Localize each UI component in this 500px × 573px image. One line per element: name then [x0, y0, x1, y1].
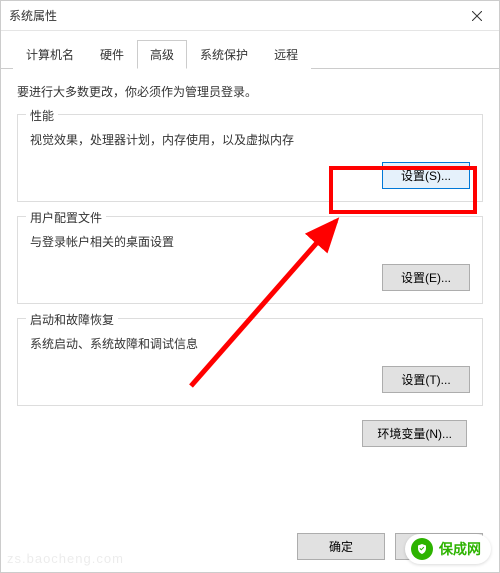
tab-advanced[interactable]: 高级: [137, 40, 187, 69]
shield-check-icon: [411, 538, 433, 560]
group-performance: 性能 视觉效果，处理器计划，内存使用，以及虚拟内存 设置(S)...: [17, 114, 483, 202]
titlebar: 系统属性: [1, 1, 499, 31]
group-startup: 启动和故障恢复 系统启动、系统故障和调试信息 设置(T)...: [17, 318, 483, 406]
tab-content: 要进行大多数更改，你必须作为管理员登录。 性能 视觉效果，处理器计划，内存使用，…: [1, 69, 499, 461]
watermark-text: 保成网: [439, 539, 481, 559]
group-userprofile: 用户配置文件 与登录帐户相关的桌面设置 设置(E)...: [17, 216, 483, 304]
group-userprofile-desc: 与登录帐户相关的桌面设置: [30, 233, 470, 250]
group-userprofile-title: 用户配置文件: [26, 209, 106, 226]
userprofile-settings-button[interactable]: 设置(E)...: [382, 264, 470, 291]
watermark-badge: 保成网: [405, 534, 491, 564]
close-icon: [472, 11, 482, 21]
group-startup-title: 启动和故障恢复: [26, 311, 118, 328]
intro-text: 要进行大多数更改，你必须作为管理员登录。: [17, 83, 483, 100]
system-properties-window: 系统属性 计算机名 硬件 高级 系统保护 远程 要进行大多数更改，你必须作为管理…: [0, 0, 500, 573]
group-performance-title: 性能: [26, 107, 58, 124]
watermark-faint: zs.baocheng.com: [7, 551, 124, 566]
startup-settings-button[interactable]: 设置(T)...: [382, 366, 470, 393]
tab-system-protection[interactable]: 系统保护: [187, 40, 261, 69]
tab-hardware[interactable]: 硬件: [87, 40, 137, 69]
ok-button[interactable]: 确定: [297, 533, 385, 560]
tab-remote[interactable]: 远程: [261, 40, 311, 69]
environment-variables-button[interactable]: 环境变量(N)...: [362, 420, 467, 447]
group-performance-desc: 视觉效果，处理器计划，内存使用，以及虚拟内存: [30, 131, 470, 148]
performance-settings-button[interactable]: 设置(S)...: [382, 162, 470, 189]
tab-strip: 计算机名 硬件 高级 系统保护 远程: [1, 31, 499, 69]
group-startup-desc: 系统启动、系统故障和调试信息: [30, 335, 470, 352]
tab-computer-name[interactable]: 计算机名: [13, 40, 87, 69]
close-button[interactable]: [454, 1, 499, 31]
window-title: 系统属性: [9, 7, 57, 24]
